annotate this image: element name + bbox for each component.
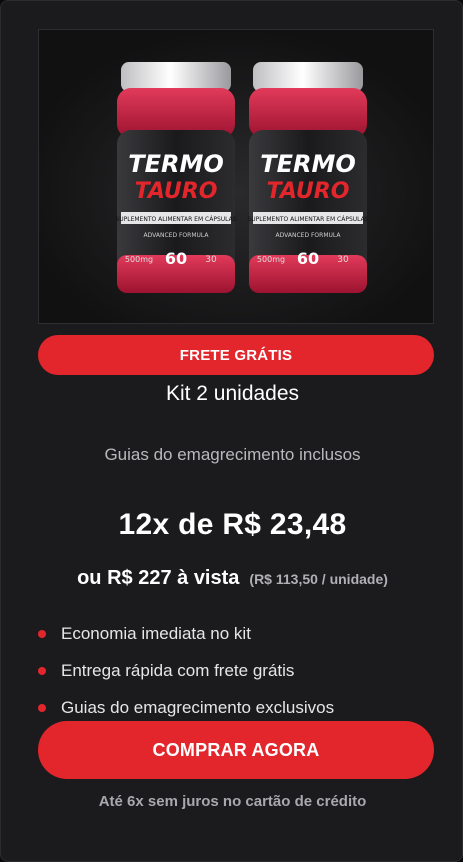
bottle-label-line1: TERMO [128,150,224,178]
bullet-dot-icon [38,666,46,675]
free-shipping-badge: FRETE GRÁTIS [38,335,434,375]
installment-footnote: Até 6x sem juros no cartão de crédito [98,793,367,810]
installment-price: 12x de R$ 23,48 [118,508,347,541]
bottle-left: TERMO TAURO SUPLEMENTO ALIMENTAR EM CÁPS… [115,62,237,293]
per-unit-price: (R$ 113,50 / unidade) [249,571,388,587]
bottle-label-line2: TAURO [135,179,218,204]
kit-title: Kit 2 unidades [165,382,300,405]
bottle-strip-text: SUPLEMENTO ALIMENTAR EM CÁPSULAS [247,216,368,223]
bottle-right: TERMO TAURO SUPLEMENTO ALIMENTAR EM CÁPS… [247,62,369,293]
bottle-formula-text: ADVANCED FORMULA [276,232,342,239]
kit-subtitle: Guias do emagrecimento inclusos [104,445,361,464]
bottle-caps-count: 60 [165,249,187,268]
benefits-list: Economia imediata no kit Entrega rápida … [38,615,438,726]
buy-now-button[interactable]: COMPRAR AGORA [38,721,434,779]
benefit-text: Entrega rápida com frete grátis [61,660,295,680]
bottle-dose: 500mg [125,255,153,264]
benefit-item: Entrega rápida com frete grátis [38,652,438,689]
bottle-dose: 500mg [257,255,285,264]
benefit-text: Guias do emagrecimento exclusivos [61,697,335,717]
product-bottles-illustration: TERMO TAURO SUPLEMENTO ALIMENTAR EM CÁPS… [39,30,433,323]
cash-price-row: ou R$ 227 à vista (R$ 113,50 / unidade) [1,567,463,590]
product-image: TERMO TAURO SUPLEMENTO ALIMENTAR EM CÁPS… [38,29,434,324]
benefit-item: Economia imediata no kit [38,615,438,652]
bottle-days: 30 [205,255,217,265]
offer-card: TERMO TAURO SUPLEMENTO ALIMENTAR EM CÁPS… [0,0,463,862]
bottle-formula-text: ADVANCED FORMULA [144,232,210,239]
cash-price: ou R$ 227 à vista [77,567,240,589]
bottle-days: 30 [337,255,349,265]
bottle-label-line1: TERMO [260,150,356,178]
bottle-caps-count: 60 [297,249,319,268]
bottle-label-line2: TAURO [267,179,350,204]
bullet-dot-icon [38,629,46,638]
bottle-strip-text: SUPLEMENTO ALIMENTAR EM CÁPSULAS [115,216,236,223]
bullet-dot-icon [38,703,46,712]
benefit-text: Economia imediata no kit [61,623,251,643]
